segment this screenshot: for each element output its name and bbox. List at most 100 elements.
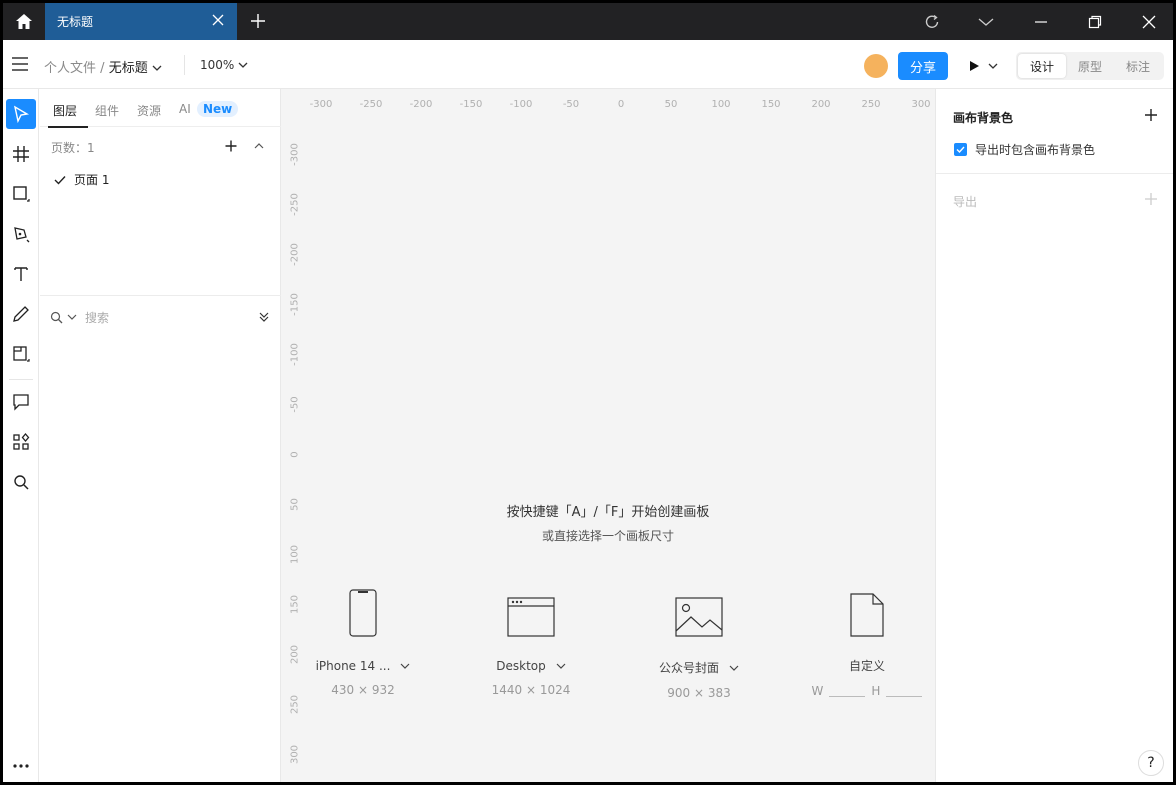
user-avatar[interactable] bbox=[864, 54, 888, 78]
chevron-down-icon bbox=[988, 63, 998, 69]
include-bg-option[interactable]: 导出时包含画布背景色 bbox=[954, 141, 1095, 158]
move-tool[interactable] bbox=[6, 99, 36, 129]
zoom-dropdown[interactable]: 100% bbox=[200, 58, 248, 72]
mode-design-tab[interactable]: 设计 bbox=[1018, 54, 1066, 78]
rectangle-icon bbox=[13, 186, 30, 202]
pen-tool[interactable] bbox=[6, 219, 36, 249]
preset-name: 公众号封面 bbox=[658, 661, 719, 675]
search-tool[interactable] bbox=[6, 467, 36, 497]
include-bg-checkbox[interactable] bbox=[954, 143, 967, 156]
browser-window-icon bbox=[507, 597, 555, 637]
preset-wechat-cover[interactable]: 公众号封面 900 × 383 bbox=[639, 589, 759, 700]
ruler-tick: 150 bbox=[761, 99, 781, 110]
ruler-tick: 300 bbox=[289, 744, 301, 765]
height-input[interactable] bbox=[886, 685, 923, 697]
restore-icon bbox=[1088, 15, 1102, 28]
pages-count: 页数：1 bbox=[51, 141, 95, 155]
design-canvas[interactable]: -300 -250 -200 -150 -100 -50 0 50 100 15… bbox=[281, 89, 935, 782]
panel-tabs: 图层 组件 资源 AI New bbox=[40, 89, 281, 128]
chevron-down-icon[interactable] bbox=[67, 313, 77, 321]
chevron-down-icon bbox=[978, 18, 994, 26]
text-icon bbox=[14, 267, 28, 281]
file-name[interactable]: 无标题 bbox=[109, 61, 148, 76]
zoom-value: 100% bbox=[200, 58, 235, 72]
tab-assets[interactable]: 资源 bbox=[137, 102, 161, 119]
frame-tool[interactable] bbox=[6, 139, 36, 169]
preset-iphone[interactable]: iPhone 14 ... 430 × 932 bbox=[303, 589, 423, 697]
panel-divider bbox=[40, 295, 281, 296]
tab-layers[interactable]: 图层 bbox=[53, 102, 77, 119]
more-tools-button[interactable] bbox=[6, 751, 36, 781]
home-icon bbox=[16, 14, 32, 29]
canvas-hint-subtitle: 或直接选择一个画板尺寸 bbox=[541, 529, 674, 543]
export-title: 导出 bbox=[953, 195, 978, 209]
home-button[interactable] bbox=[3, 3, 45, 40]
ruler-tick: -50 bbox=[289, 396, 301, 413]
cursor-arrow-icon bbox=[13, 105, 30, 123]
refresh-button[interactable] bbox=[905, 3, 959, 40]
search-icon bbox=[14, 475, 29, 490]
layer-search[interactable]: 搜索 bbox=[50, 307, 270, 327]
ruler-tick: 150 bbox=[289, 594, 301, 615]
preset-desktop[interactable]: Desktop 1440 × 1024 bbox=[471, 589, 591, 697]
page-list-item[interactable]: 页面 1 bbox=[54, 171, 109, 188]
chevron-down-icon bbox=[238, 62, 248, 68]
ruler-tick: -50 bbox=[562, 99, 580, 110]
layers-panel: 图层 组件 资源 AI New 页数：1 页面 1 搜索 bbox=[40, 89, 281, 782]
search-icon bbox=[50, 311, 63, 323]
preset-custom[interactable]: 自定义 W H bbox=[807, 589, 927, 698]
new-badge: New bbox=[197, 101, 239, 117]
document-tab[interactable]: 无标题 bbox=[45, 3, 237, 40]
pen-icon bbox=[14, 227, 30, 243]
properties-panel: 画布背景色 导出时包含画布背景色 导出 ? bbox=[935, 89, 1173, 782]
dropdown-button[interactable] bbox=[959, 3, 1013, 40]
new-tab-icon[interactable] bbox=[249, 12, 267, 30]
canvas-bg-title: 画布背景色 bbox=[953, 111, 1014, 125]
add-page-icon[interactable] bbox=[225, 140, 237, 152]
slice-tool[interactable] bbox=[6, 339, 36, 369]
help-button[interactable]: ? bbox=[1138, 750, 1164, 776]
ruler-tick: -100 bbox=[509, 99, 533, 110]
close-window-button[interactable] bbox=[1122, 3, 1173, 40]
add-export-icon[interactable] bbox=[1144, 192, 1158, 206]
image-icon bbox=[675, 597, 723, 637]
ruler-tick: -100 bbox=[289, 343, 301, 366]
preset-name: iPhone 14 ... bbox=[315, 659, 391, 673]
width-input[interactable] bbox=[829, 685, 866, 697]
chevron-down-icon[interactable] bbox=[152, 64, 162, 72]
plugins-tool[interactable] bbox=[6, 427, 36, 457]
app-window: 无标题 个人文件 / 无标题 100% 分享 设计 原型 标注 图层 组件 资源… bbox=[0, 0, 1176, 785]
breadcrumb-parent[interactable]: 个人文件 bbox=[44, 61, 96, 76]
comment-tool[interactable] bbox=[6, 387, 36, 417]
pencil-icon bbox=[13, 306, 29, 322]
add-fill-icon[interactable] bbox=[1144, 108, 1158, 122]
collapse-pages-icon[interactable] bbox=[254, 142, 264, 150]
vertical-ruler: -300 -250 -200 -150 -100 -50 0 50 100 15… bbox=[281, 109, 301, 782]
frame-hash-icon bbox=[13, 146, 29, 162]
chevron-down-icon[interactable] bbox=[400, 662, 410, 670]
preset-name: 自定义 bbox=[848, 659, 885, 673]
hamburger-menu-icon[interactable] bbox=[11, 56, 29, 72]
tab-components[interactable]: 组件 bbox=[95, 102, 119, 119]
slice-icon bbox=[13, 346, 30, 362]
chevron-down-icon[interactable] bbox=[556, 662, 566, 670]
ruler-tick: 250 bbox=[289, 694, 301, 715]
mode-annotate-tab[interactable]: 标注 bbox=[1114, 54, 1162, 78]
double-chevron-down-icon[interactable] bbox=[259, 311, 269, 323]
active-tab-indicator bbox=[48, 126, 88, 128]
title-bar: 无标题 bbox=[3, 3, 1173, 40]
play-prototype-button[interactable] bbox=[968, 58, 1002, 74]
height-label: H bbox=[871, 684, 881, 698]
pencil-tool[interactable] bbox=[6, 299, 36, 329]
mode-prototype-tab[interactable]: 原型 bbox=[1066, 54, 1114, 78]
page-name: 页面 1 bbox=[74, 173, 110, 187]
search-placeholder: 搜索 bbox=[85, 310, 110, 325]
restore-button[interactable] bbox=[1068, 3, 1122, 40]
minimize-button[interactable] bbox=[1014, 3, 1068, 40]
tab-ai[interactable]: AI bbox=[179, 102, 191, 116]
chevron-down-icon[interactable] bbox=[729, 664, 739, 672]
rectangle-tool[interactable] bbox=[6, 179, 36, 209]
close-tab-icon[interactable] bbox=[211, 13, 225, 27]
share-button[interactable]: 分享 bbox=[898, 52, 948, 80]
text-tool[interactable] bbox=[6, 259, 36, 289]
